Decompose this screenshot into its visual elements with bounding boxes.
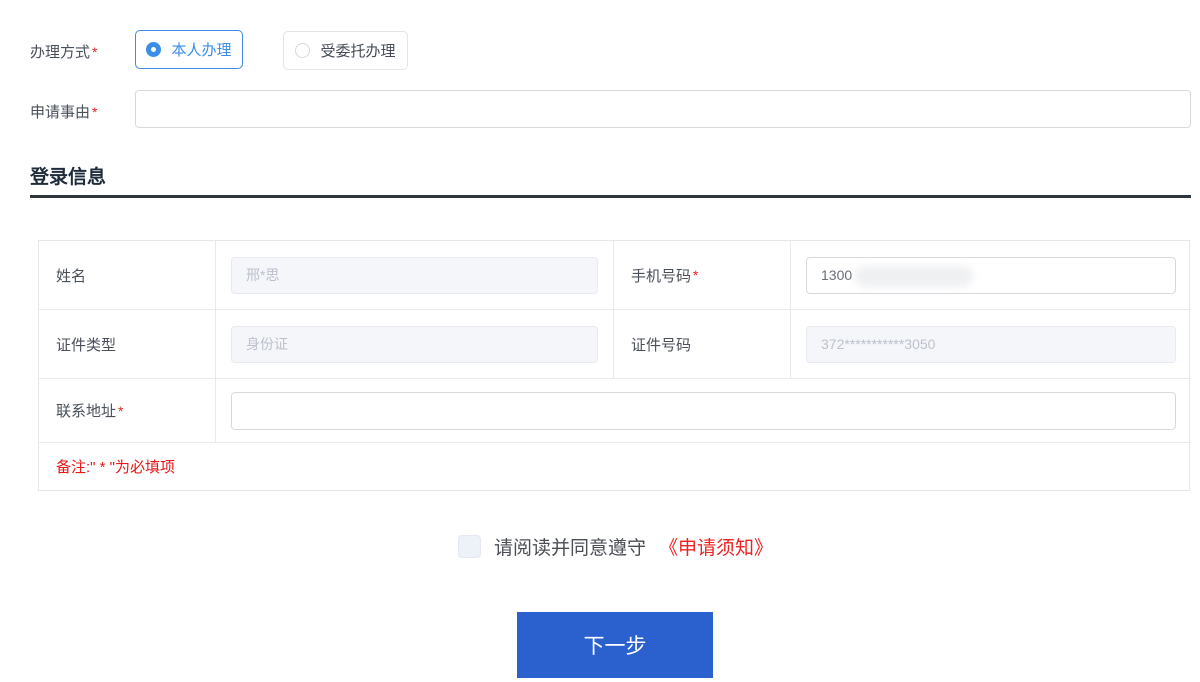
agreement-checkbox[interactable]: [458, 535, 481, 558]
name-label: 姓名: [56, 267, 87, 285]
next-step-button[interactable]: 下一步: [517, 612, 713, 678]
id-number-input: 372***********3050: [806, 325, 1176, 363]
phone-input[interactable]: 1300: [806, 256, 1176, 294]
agreement-text: 请阅读并同意遵守: [494, 538, 647, 559]
phone-value: 1300: [821, 267, 853, 283]
agreement-row: 请阅读并同意遵守 《申请须知》: [458, 533, 773, 560]
agreement-notice-link[interactable]: 《申请须知》: [659, 533, 773, 560]
method-option-delegate[interactable]: 受委托办理: [283, 31, 408, 70]
phone-required-mark: *: [693, 267, 699, 283]
application-form-page: 办理方式 * 本人办理 受委托办理 申请事由 * 登录信息 姓名 邢*思 手机号码 *…: [0, 0, 1200, 682]
radio-unchecked-icon: [295, 43, 311, 58]
required-note-text: 备注:" * "为必填项: [56, 459, 175, 476]
method-option-self-label: 本人办理: [171, 42, 232, 59]
id-type-input: 身份证: [231, 325, 598, 363]
reason-required-mark: *: [92, 104, 98, 120]
id-number-label: 证件号码: [631, 336, 692, 354]
id-number-value: 372***********3050: [821, 336, 936, 352]
phone-label: 手机号码: [631, 267, 692, 285]
reason-label-text: 申请事由: [30, 104, 91, 121]
id-type-label: 证件类型: [56, 336, 117, 354]
section-title-underline: [30, 195, 1191, 198]
method-option-self[interactable]: 本人办理: [135, 30, 243, 69]
reason-label: 申请事由 *: [30, 101, 97, 122]
name-label-cell: 姓名: [39, 241, 216, 310]
name-input-cell: 邢*思: [216, 241, 614, 310]
address-input-cell: [216, 379, 1191, 443]
method-label-text: 办理方式: [30, 44, 91, 61]
address-label: 联系地址: [56, 403, 117, 420]
id-number-input-cell: 372***********3050: [791, 310, 1191, 379]
name-input: 邢*思: [231, 256, 598, 294]
id-type-value: 身份证: [246, 336, 288, 352]
id-type-label-cell: 证件类型: [39, 310, 216, 379]
id-number-label-cell: 证件号码: [614, 310, 791, 379]
section-title: 登录信息: [30, 167, 107, 188]
phone-input-cell: 1300: [791, 241, 1191, 310]
phone-label-cell: 手机号码 *: [614, 241, 791, 310]
method-label: 办理方式 *: [30, 41, 97, 62]
address-input[interactable]: [231, 391, 1176, 430]
login-info-table: 姓名 邢*思 手机号码 * 1300 证件类型 身份证 证件号码 372****…: [38, 240, 1191, 491]
address-label-cell: 联系地址 *: [39, 379, 216, 443]
radio-checked-icon: [146, 42, 162, 57]
radio-dot: [151, 47, 157, 52]
reason-input[interactable]: [135, 90, 1191, 128]
address-required-mark: *: [118, 402, 124, 419]
method-option-delegate-label: 受委托办理: [320, 43, 396, 60]
required-note: 备注:" * "为必填项: [39, 443, 1191, 490]
phone-redaction-smudge: [855, 265, 973, 287]
name-value: 邢*思: [246, 267, 280, 283]
id-type-input-cell: 身份证: [216, 310, 614, 379]
method-required-mark: *: [92, 44, 98, 60]
